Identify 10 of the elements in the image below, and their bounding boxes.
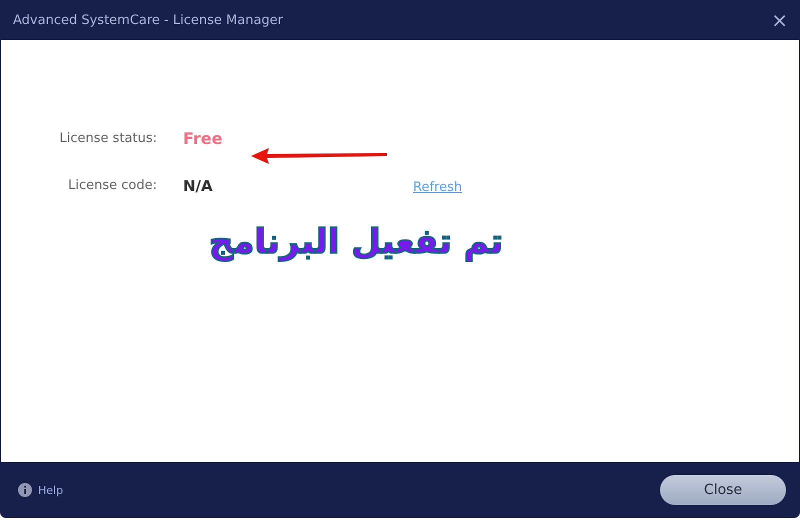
info-icon xyxy=(18,483,32,497)
field-label: License status: xyxy=(60,131,157,146)
window-title: Advanced SystemCare - License Manager xyxy=(13,12,284,28)
close-button[interactable]: Close xyxy=(660,475,786,505)
arrow-icon xyxy=(249,146,389,166)
field-value: Free xyxy=(183,129,222,148)
field-label: License code: xyxy=(68,178,157,193)
help-link[interactable]: Help xyxy=(38,484,64,496)
field-value: N/A xyxy=(183,176,213,194)
annotation-text: تم تفعيل البرنامج xyxy=(208,222,504,262)
